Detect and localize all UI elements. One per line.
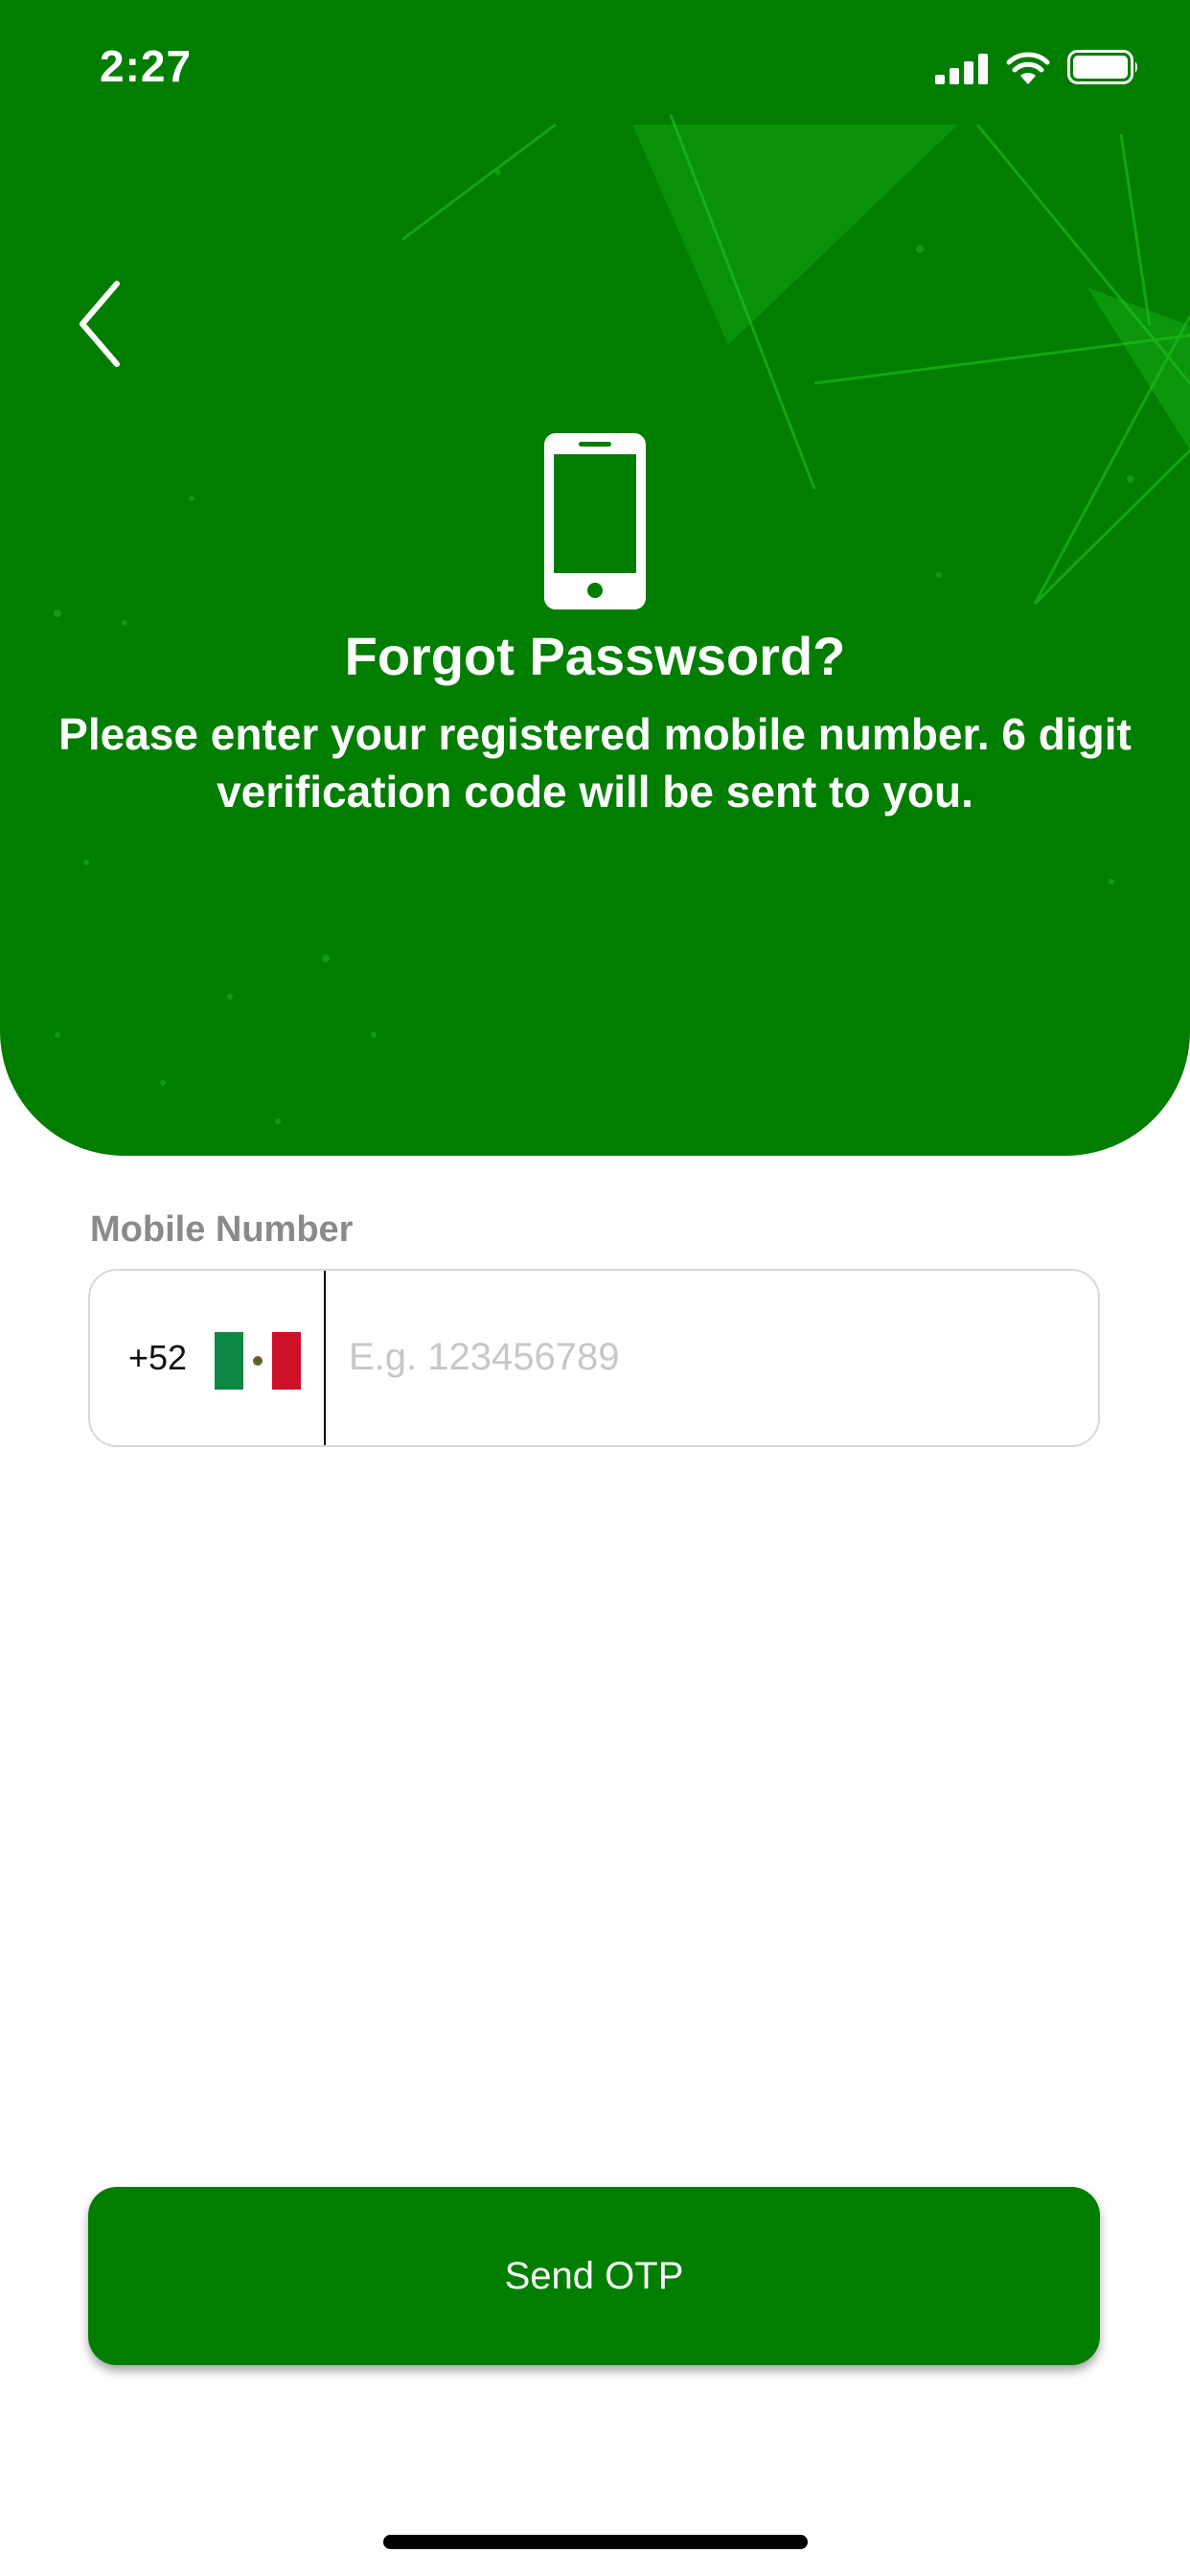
- mobile-number-field: +52: [88, 1269, 1100, 1447]
- smartphone-icon: [544, 433, 646, 610]
- signal-icon: [935, 54, 988, 84]
- status-icons: [935, 50, 1140, 84]
- mexico-flag-icon[interactable]: [215, 1332, 301, 1390]
- country-code[interactable]: +52: [128, 1271, 187, 1445]
- coat-of-arms-icon: [253, 1356, 263, 1366]
- page-subtitle: Please enter your registered mobile numb…: [58, 709, 1132, 816]
- wifi-icon: [1006, 52, 1050, 84]
- home-indicator: [383, 2535, 808, 2549]
- mobile-number-label: Mobile Number: [90, 1209, 354, 1250]
- back-button[interactable]: [67, 276, 134, 372]
- page-title: Forgot Passwsord?: [344, 626, 846, 686]
- send-otp-button[interactable]: Send OTP: [88, 2187, 1100, 2365]
- field-divider: [324, 1271, 326, 1445]
- battery-icon: [1067, 50, 1137, 84]
- status-bar: 2:27: [0, 0, 1190, 134]
- mobile-number-input[interactable]: [347, 1309, 1077, 1405]
- status-time: 2:27: [100, 41, 193, 91]
- chevron-left-icon: [80, 281, 120, 367]
